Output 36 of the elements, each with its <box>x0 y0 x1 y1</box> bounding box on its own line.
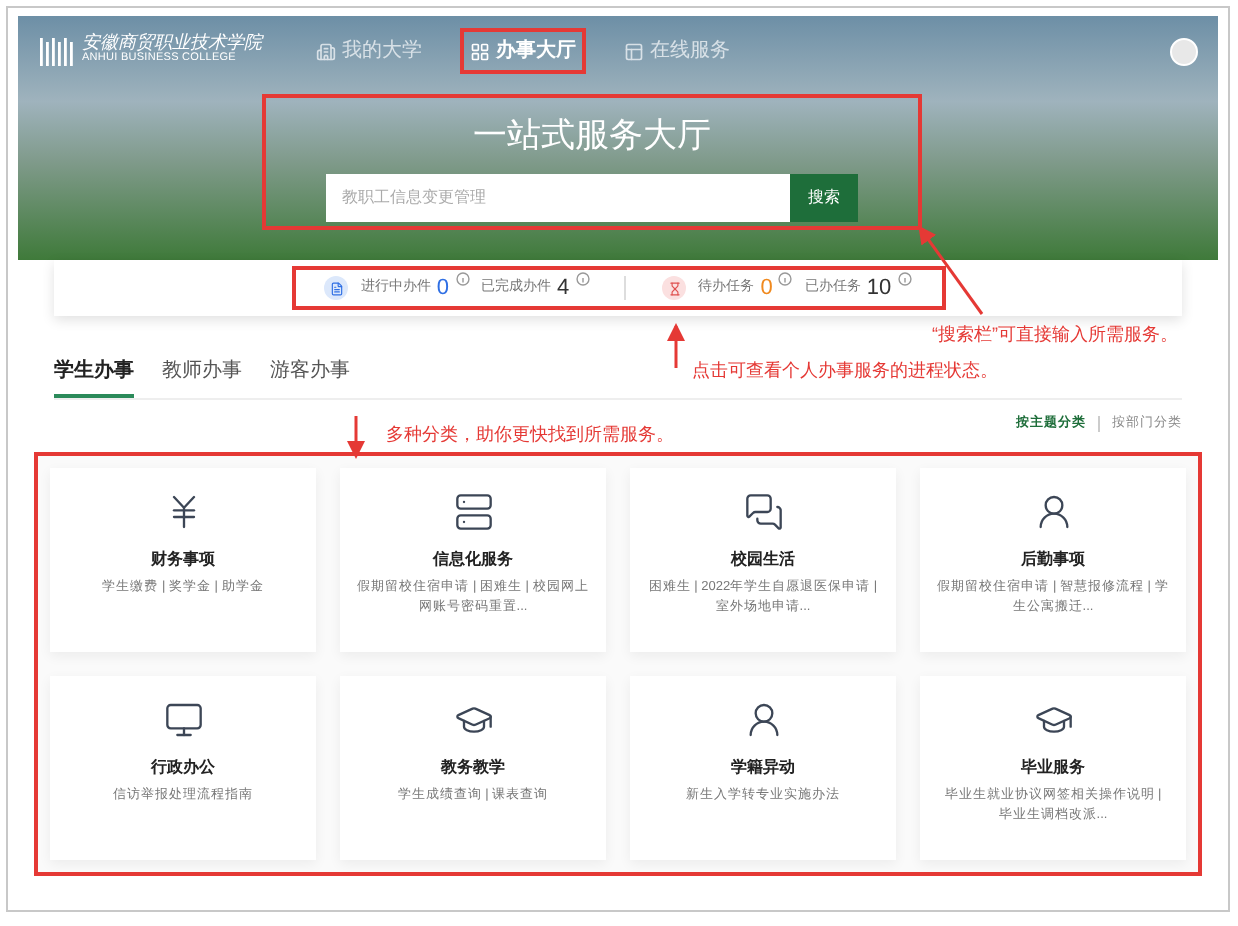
category-title: 校园生活 <box>731 548 795 572</box>
category-title: 毕业服务 <box>1021 756 1085 780</box>
monitor-icon <box>163 700 203 740</box>
stat-value[interactable]: 0 <box>436 271 450 305</box>
college-logo-icon <box>38 37 74 65</box>
category-title: 教务教学 <box>441 756 505 780</box>
annotation-arrow <box>666 320 686 372</box>
document-icon <box>324 276 349 300</box>
info-icon <box>575 271 590 286</box>
panel-icon <box>624 41 644 61</box>
category-title: 财务事项 <box>151 548 215 572</box>
search-button[interactable]: 搜索 <box>790 173 858 221</box>
annotation-text: 多种分类，助你更快找到所需服务。 <box>386 422 674 448</box>
banner-title: 一站式服务大厅 <box>473 114 711 158</box>
stat-value[interactable]: 4 <box>557 271 570 305</box>
logo-text: 安徽商贸职业技术学院 <box>82 36 262 55</box>
chat-bubbles-icon <box>743 492 783 532</box>
info-icon <box>897 271 912 286</box>
info-icon <box>455 271 470 286</box>
server-icon <box>453 492 493 532</box>
annotation-text: “搜索栏”可直接输入所需服务。 <box>932 322 1178 348</box>
building-icon <box>316 41 336 61</box>
category-title: 学籍异动 <box>731 756 795 780</box>
category-title: 信息化服务 <box>433 548 513 572</box>
info-icon <box>778 271 793 286</box>
search-field[interactable]: 教职工信息变更管理 <box>326 173 790 221</box>
category-title: 行政办公 <box>151 756 215 780</box>
grid-icon <box>470 41 490 61</box>
tab[interactable]: 游客办事 <box>270 356 350 398</box>
stat-value[interactable]: 10 <box>866 271 892 305</box>
tab[interactable]: 教师办事 <box>162 356 242 398</box>
category-title: 后勤事项 <box>1021 548 1085 572</box>
hourglass-icon <box>662 276 687 300</box>
tab[interactable]: 学生办事 <box>54 356 134 398</box>
annotation-text: 点击可查看个人办事服务的进程状态。 <box>692 358 998 384</box>
avatar[interactable] <box>1170 37 1198 65</box>
